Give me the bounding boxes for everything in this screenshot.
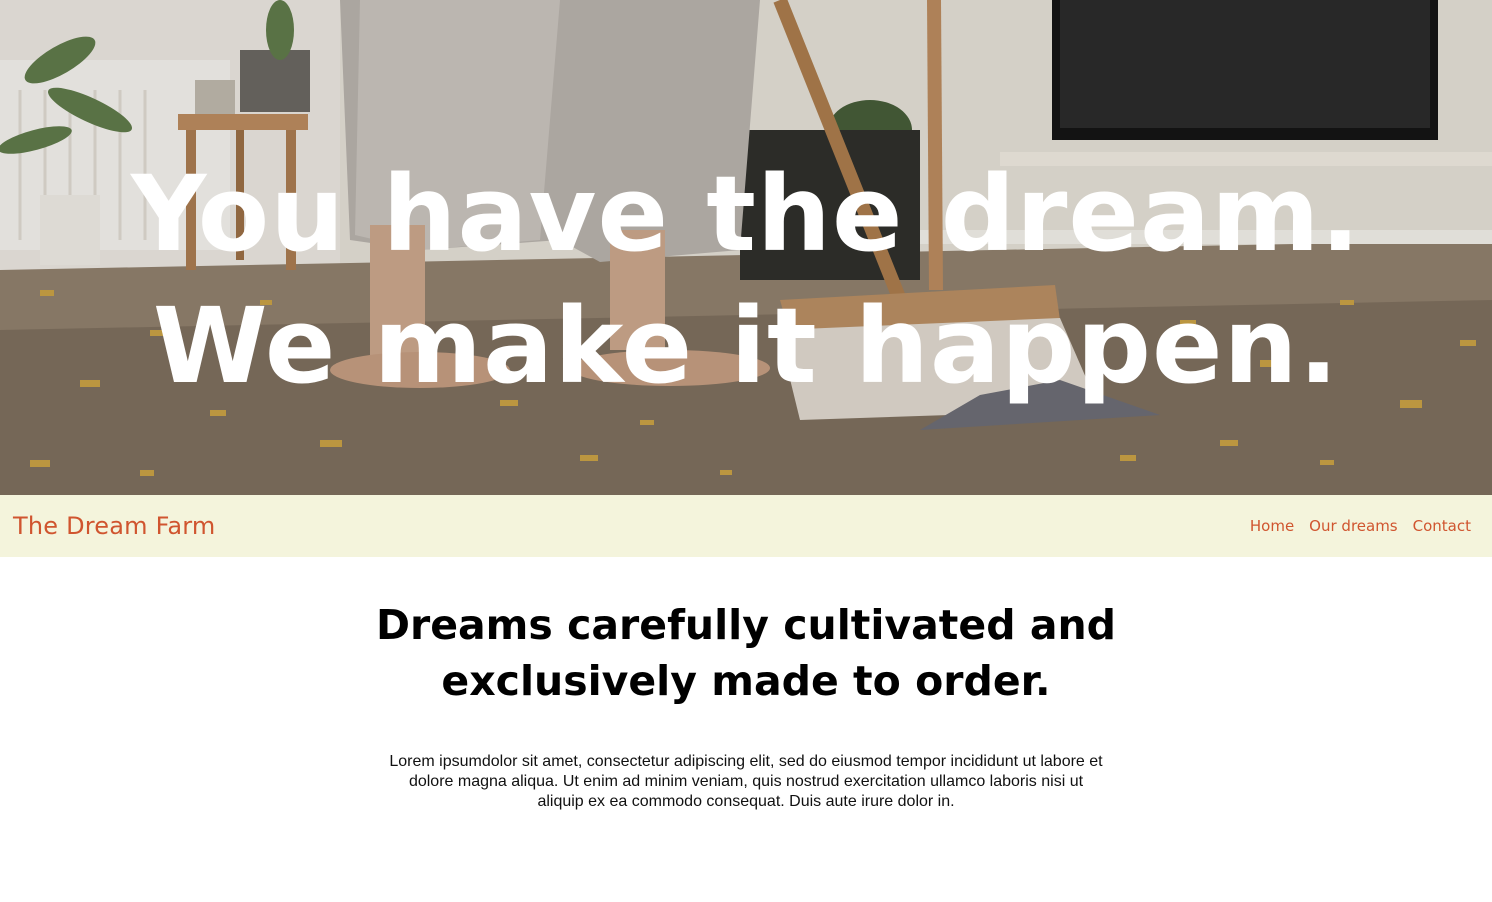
intro-paragraph: Lorem ipsumdolor sit amet, consectetur a…: [389, 753, 1103, 810]
intro-heading: Dreams carefully cultivated and exclusiv…: [375, 601, 1117, 705]
nav-link-contact[interactable]: Contact: [1413, 517, 1471, 535]
intro-section: Dreams carefully cultivated and exclusiv…: [0, 557, 1492, 812]
hero-headline-line-1: You have the dream.: [130, 153, 1362, 275]
nav-link-our-dreams[interactable]: Our dreams: [1309, 517, 1397, 535]
site-logo-link[interactable]: The Dream Farm: [13, 512, 216, 540]
hero-headline: You have the dream. We make it happen.: [0, 148, 1492, 412]
hero-headline-line-2: We make it happen.: [152, 285, 1340, 407]
hero-section: You have the dream. We make it happen.: [0, 0, 1492, 495]
nav-link-home[interactable]: Home: [1250, 517, 1294, 535]
nav-links: Home Our dreams Contact: [1250, 517, 1471, 535]
site-navbar: The Dream Farm Home Our dreams Contact: [0, 495, 1492, 557]
